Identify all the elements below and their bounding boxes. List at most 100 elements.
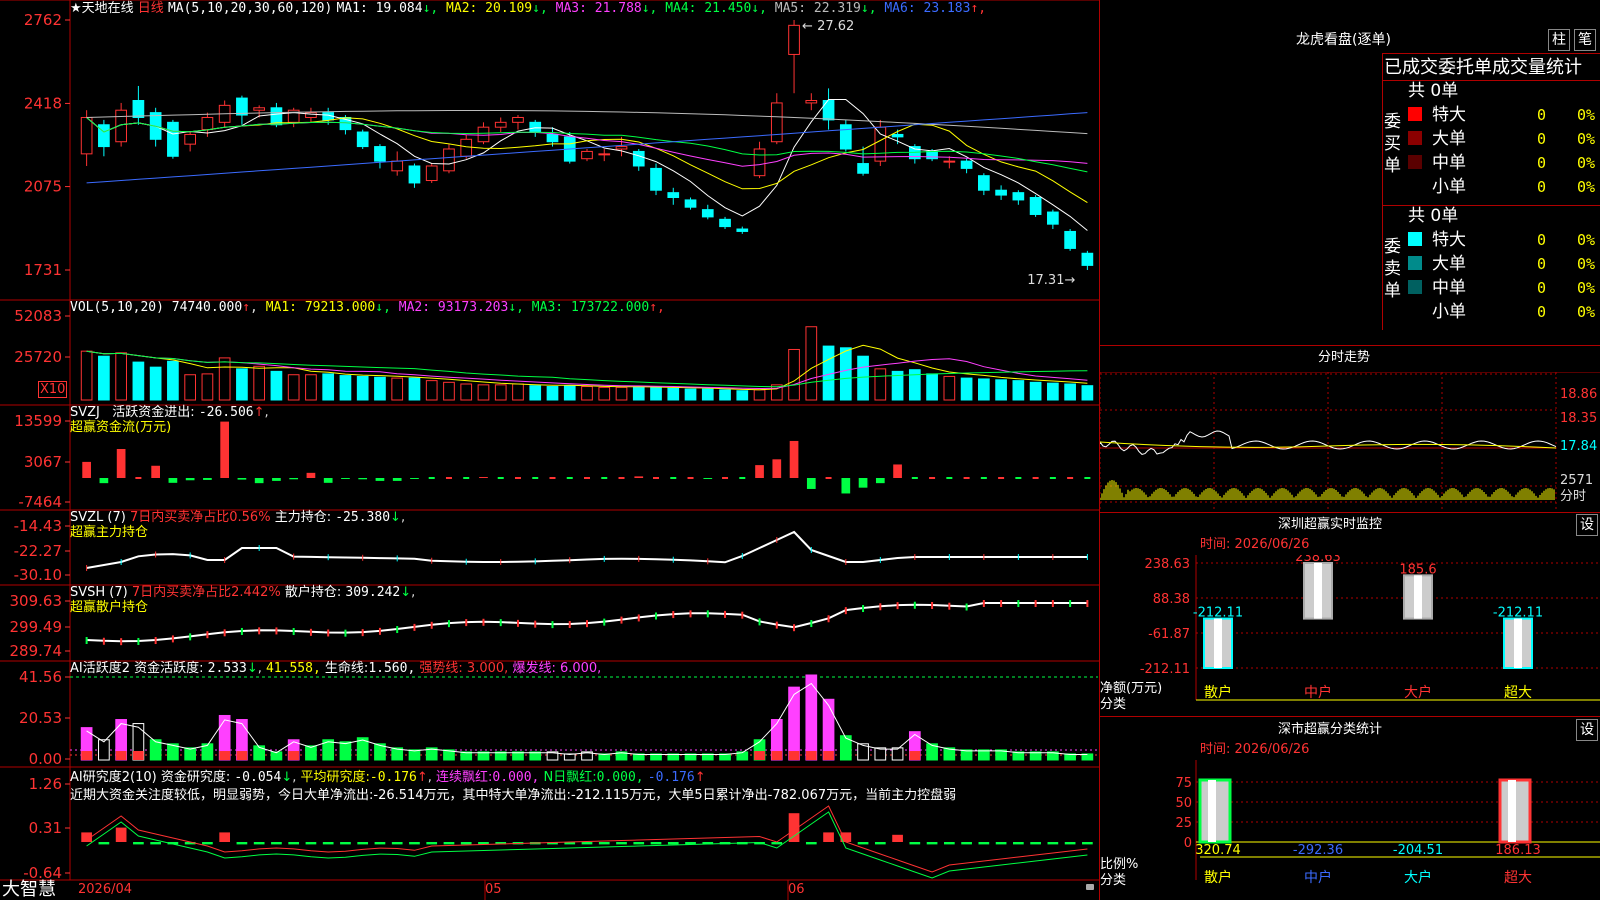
candle <box>1064 230 1076 249</box>
classify-bar-highlight <box>1508 780 1516 842</box>
vol-ma-arrow-1: ↓, <box>375 300 391 315</box>
svzj-bar <box>463 477 470 479</box>
svzl-desc2: 主力持仓: <box>274 510 332 525</box>
research-bar <box>926 842 938 845</box>
svzj-bar <box>825 477 832 479</box>
buy-orders: 委买单共 0单 特大 0 0% 大单 0 0% 中单 0 0% 小单 0 0% <box>1382 81 1600 205</box>
research-bar <box>305 842 317 845</box>
lock-icon <box>1086 884 1094 890</box>
svzj-bar <box>584 477 590 479</box>
ai-bar <box>98 739 110 761</box>
svzj-bar <box>428 477 435 479</box>
research-note: 近期大资金关注度较低，明显弱势，今日大单净流出:-26.514万元，其中特大单净… <box>70 788 957 803</box>
research-bar <box>340 842 351 845</box>
lhb-row-label: 大单 <box>1432 129 1466 149</box>
monitor-settings-button[interactable]: 设 <box>1576 514 1598 536</box>
vol-bar <box>529 385 542 401</box>
svzj-bar <box>946 477 953 479</box>
stock-name[interactable]: ★天地在线 <box>70 1 134 16</box>
svzj-bar <box>549 477 556 479</box>
main-chart-svg[interactable]: 2762 2418 2075 1731 ← 27.62 17.31→ 52083 25720 1… <box>0 0 1100 900</box>
vol-ma-value-2: MA2: 93173.203 <box>390 300 509 315</box>
research-bar <box>978 842 990 845</box>
vol-unit-badge[interactable]: X10 <box>38 381 68 398</box>
research-bar <box>909 842 921 845</box>
ai-bar <box>891 747 904 761</box>
svzl-ytick-label: -30.10 <box>14 566 62 584</box>
research-nred-label: N日飘红: <box>543 770 597 785</box>
monitor-chart[interactable]: 238.6388.38-61.87-212.11-212.11散户238.63中… <box>1100 555 1600 715</box>
lhb-row-count: 0 <box>1537 255 1547 273</box>
vol-bar <box>149 366 162 401</box>
classify-ytick: 50 <box>1175 796 1192 811</box>
research-bar <box>874 842 886 845</box>
ma-value-1: MA1: 19.084 <box>336 1 423 16</box>
research-bar <box>98 842 110 845</box>
ai-bar <box>822 698 835 761</box>
vol-bar <box>995 379 1007 401</box>
vol-bar <box>236 368 248 401</box>
svsh-value: 309.242 <box>345 585 401 600</box>
research-bar <box>961 842 972 845</box>
svzj-sub: 超赢资金流(万元) <box>70 420 172 435</box>
period-label[interactable]: 日线 <box>138 1 164 16</box>
lhb-side-label: 委买单 <box>1384 112 1401 176</box>
research-red-label: 连续飘红: <box>436 770 493 785</box>
candle <box>1047 211 1059 225</box>
ma-line-6 <box>86 112 1088 184</box>
svzj-bar <box>479 477 488 478</box>
date-label-jun: 06 <box>788 882 805 897</box>
ma-arrow-4: ↓, <box>751 1 767 16</box>
candle <box>512 116 524 123</box>
vol-bar <box>719 389 731 401</box>
candle <box>822 100 835 121</box>
kline-ytick-label: 2418 <box>24 94 62 112</box>
column-view-button[interactable]: 柱 <box>1548 29 1570 51</box>
research-label: AI研究度2(10) <box>70 770 157 785</box>
svzj-ytick-label: 3067 <box>24 453 62 471</box>
svzl-ytick-label: -14.43 <box>14 517 62 535</box>
svzj-ytick-label: -7464 <box>18 493 62 511</box>
svzj-bar <box>789 440 799 478</box>
research-bar <box>1082 842 1093 845</box>
monitor-bar-highlight <box>1314 563 1322 619</box>
fenshi-ytick: 17.84 <box>1560 439 1597 454</box>
classify-ytick: 0 <box>1184 836 1192 851</box>
right-panel: 龙虎看盘(逐单) 柱 笔 已成交委托单成交量统计 委买单共 0单 特大 0 0% 大单 0… <box>1100 0 1600 900</box>
classify-chart[interactable]: 75 50 25 0 320.74 散户 -292.36 中户 -204.51 大户 186.13 超… <box>1100 760 1600 900</box>
candle <box>408 165 421 184</box>
ma-arrow-5: ↓, <box>860 1 877 16</box>
research-bar <box>374 842 386 845</box>
classify-cat-label: 大户 <box>1404 869 1432 886</box>
candle <box>874 126 887 162</box>
ai-v2: 41.558, <box>265 661 321 676</box>
tick-view-button[interactable]: 笔 <box>1574 29 1596 51</box>
ai-bar-base <box>823 751 834 760</box>
research-bar <box>1064 842 1076 845</box>
lhb-row-pct: 0% <box>1577 178 1596 196</box>
vol-bar <box>960 377 973 401</box>
ai-label: AI活跃度2 <box>70 661 130 676</box>
svzj-bar <box>601 477 608 479</box>
sell-orders: 委卖单共 0单 特大 0 0% 大单 0 0% 中单 0 0% 小单 0 0% <box>1382 206 1600 330</box>
lhb-row-count: 0 <box>1537 106 1547 124</box>
research-red-line <box>86 805 1088 873</box>
candle <box>788 24 800 55</box>
vol-bar <box>425 380 438 401</box>
research-bar <box>322 842 334 845</box>
monitor-bar-label: -212.11 <box>1193 606 1243 621</box>
vol-bar <box>926 373 938 401</box>
intraday-chart[interactable]: 18.86 18.35 17.84 2571分时 <box>1100 372 1600 512</box>
classify-settings-button[interactable]: 设 <box>1576 719 1598 741</box>
vol-bar <box>408 377 421 401</box>
svzj-bar <box>497 477 504 479</box>
ai-arrow: ↓ <box>246 661 258 676</box>
lhb-row-count: 0 <box>1537 154 1547 172</box>
candle <box>995 189 1007 196</box>
research-bar <box>133 842 144 845</box>
research-bar <box>357 842 369 845</box>
ai-bar-base <box>805 751 817 760</box>
candle <box>374 146 386 162</box>
classify-ylabel: 比例% <box>1100 857 1139 872</box>
svzj-bar <box>1084 477 1091 479</box>
